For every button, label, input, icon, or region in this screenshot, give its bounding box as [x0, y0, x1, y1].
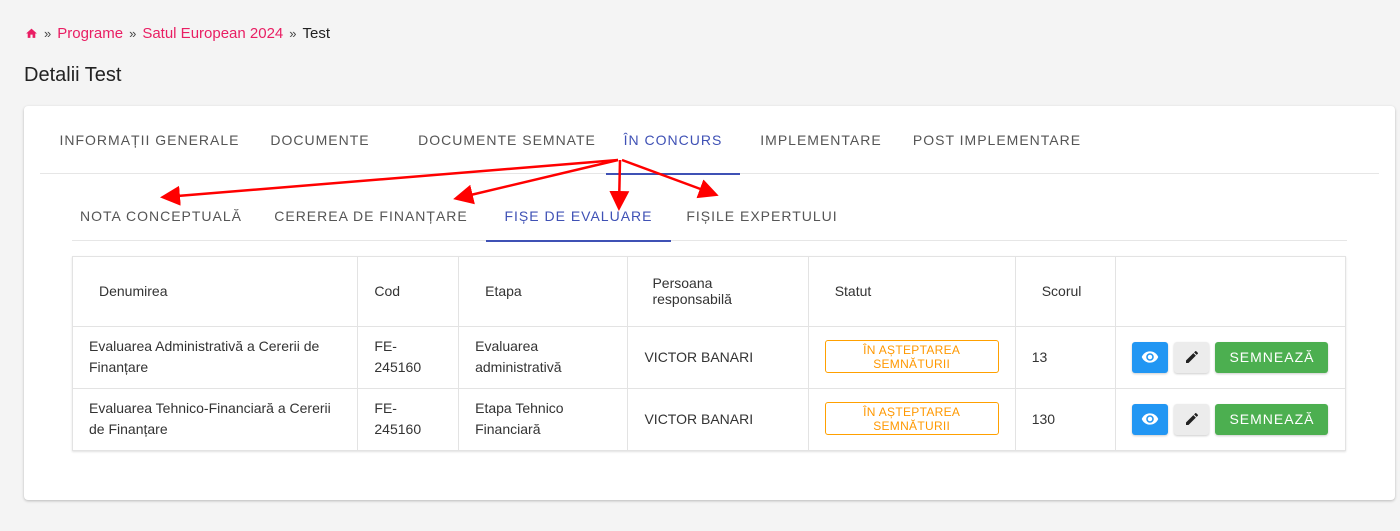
edit-button[interactable]	[1174, 341, 1210, 373]
status-badge: ÎN AȘTEPTAREA SEMNĂTURII	[824, 402, 999, 436]
column-header-statut: Statut	[808, 257, 1016, 326]
column-header-scorul: Scorul	[1015, 257, 1117, 326]
home-icon[interactable]	[25, 27, 38, 40]
cell-status: ÎN AȘTEPTAREA SEMNĂTURII	[808, 326, 1016, 388]
tab-documente-semnate[interactable]: Documente semnate	[405, 106, 609, 174]
tab-post-implementare[interactable]: Post implementare	[906, 106, 1088, 174]
evaluation-table: Denumirea Cod Etapa Persoana responsabil…	[72, 256, 1346, 451]
breadcrumb-link-programe[interactable]: Programe	[57, 25, 123, 42]
cell-person: VICTOR BANARI	[627, 326, 809, 388]
subtab-fisile-expertului[interactable]: Fișile expertului	[682, 190, 842, 241]
sub-tabs: Nota conceptuală Cererea de finanțare Fi…	[72, 190, 1347, 242]
column-header-cod: Cod	[357, 257, 460, 326]
view-button[interactable]	[1132, 341, 1169, 373]
pencil-icon	[1185, 413, 1198, 426]
sign-button[interactable]: SEMNEAZĂ	[1215, 403, 1329, 435]
column-header-etapa: Etapa	[458, 257, 629, 326]
cell-stage: Evaluarea administrativă	[458, 326, 629, 388]
tab-informatii-generale[interactable]: Informații generale	[56, 106, 243, 174]
breadcrumb-link-program[interactable]: Satul European 2024	[142, 25, 283, 42]
eye-icon	[1142, 413, 1159, 425]
breadcrumb-current: Test	[302, 25, 331, 42]
tab-in-concurs[interactable]: În concurs	[606, 106, 740, 175]
cell-actions: SEMNEAZĂ	[1116, 388, 1345, 450]
breadcrumb-separator: »	[129, 26, 137, 41]
subtab-nota-conceptuala[interactable]: Nota conceptuală	[72, 190, 250, 241]
column-header-persoana: Persoana responsabilă	[627, 257, 809, 326]
cell-score: 130	[1015, 388, 1117, 450]
pencil-icon	[1185, 350, 1198, 363]
tab-documente[interactable]: Documente	[259, 106, 381, 174]
cell-score: 13	[1015, 326, 1117, 388]
table-row: Evaluarea Administrativă a Cererii de Fi…	[73, 326, 1345, 388]
cell-code: FE-245160	[357, 326, 460, 388]
cell-stage: Etapa Tehnico Financiară	[458, 388, 629, 450]
edit-button[interactable]	[1174, 403, 1210, 435]
breadcrumb-separator: »	[289, 26, 297, 41]
subtab-cererea-de-finantare[interactable]: Cererea de finanțare	[270, 190, 472, 241]
view-button[interactable]	[1132, 403, 1169, 435]
status-badge: ÎN AȘTEPTAREA SEMNĂTURII	[824, 340, 999, 373]
column-header-denumirea: Denumirea	[73, 257, 359, 326]
table-row: Evaluarea Tehnico-Financiară a Cererii d…	[73, 388, 1345, 450]
breadcrumb-separator: »	[44, 26, 52, 41]
eye-icon	[1142, 351, 1159, 363]
main-tabs: Informații generale Documente Documente …	[40, 106, 1379, 175]
column-header-actions	[1116, 257, 1345, 326]
cell-name: Evaluarea Administrativă a Cererii de Fi…	[73, 326, 359, 388]
cell-code: FE-245160	[357, 388, 460, 450]
details-card: Informații generale Documente Documente …	[24, 106, 1395, 500]
cell-person: VICTOR BANARI	[627, 388, 809, 450]
cell-actions: SEMNEAZĂ	[1116, 326, 1345, 388]
sign-button[interactable]: SEMNEAZĂ	[1215, 341, 1329, 373]
tab-implementare[interactable]: Implementare	[755, 106, 887, 174]
cell-name: Evaluarea Tehnico-Financiară a Cererii d…	[73, 388, 359, 450]
subtab-fise-de-evaluare[interactable]: Fișe de evaluare	[486, 190, 671, 242]
page-title: Detalii Test	[24, 64, 122, 86]
cell-status: ÎN AȘTEPTAREA SEMNĂTURII	[808, 388, 1016, 450]
table-header-row: Denumirea Cod Etapa Persoana responsabil…	[73, 257, 1345, 326]
breadcrumb: » Programe » Satul European 2024 » Test	[25, 25, 330, 42]
